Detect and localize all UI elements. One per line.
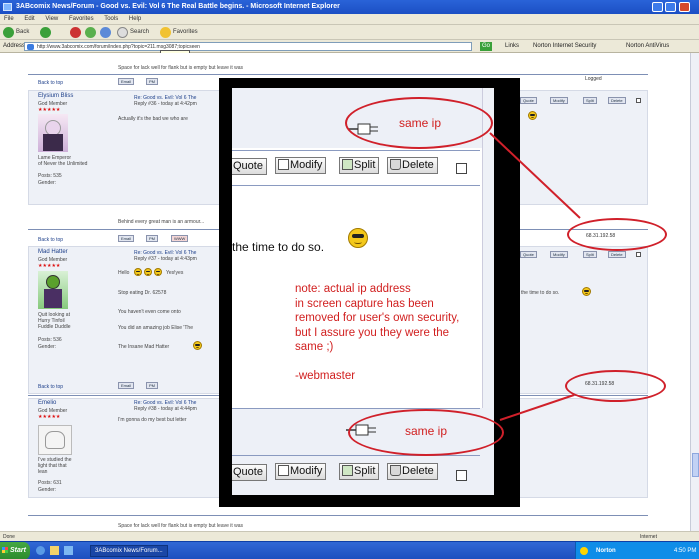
windows-logo-icon: [2, 547, 8, 553]
norton-label[interactable]: Norton: [596, 542, 616, 559]
annotation-connector: [489, 132, 581, 219]
status-bar: Done Internet: [0, 531, 699, 541]
quicklaunch-desktop-icon[interactable]: [64, 546, 73, 555]
norton-icon[interactable]: [580, 547, 588, 555]
system-tray: Norton 4:50 PM: [575, 542, 699, 559]
quicklaunch-folder-icon[interactable]: [50, 546, 59, 555]
taskbar: Start 3ABcomix News/Forum... Norton 4:50…: [0, 541, 699, 559]
ip-highlight-mid: [567, 218, 667, 251]
start-button[interactable]: Start: [0, 542, 30, 559]
quicklaunch-ie-icon[interactable]: [36, 546, 45, 555]
annotation-lines: [489, 132, 581, 421]
taskbar-window-item[interactable]: 3ABcomix News/Forum...: [90, 545, 168, 557]
annotation-connector: [499, 394, 575, 421]
status-text: Done: [3, 534, 15, 540]
ip-highlight-low: [565, 370, 666, 402]
clock: 4:50 PM: [674, 548, 697, 554]
same-ip-label-top: same ip: [399, 116, 442, 130]
same-ip-label-bottom: same ip: [405, 424, 448, 438]
